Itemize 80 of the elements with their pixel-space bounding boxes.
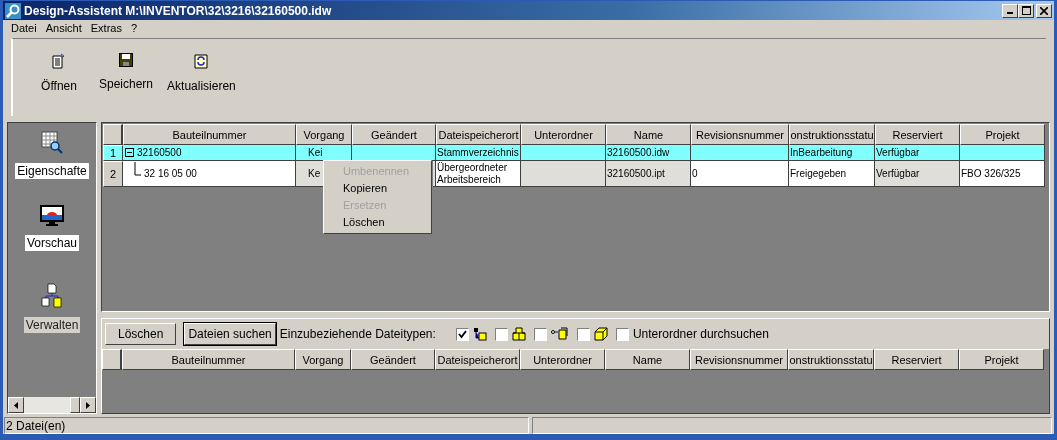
table-cell: Übergeordneter Arbeitsbereich	[436, 161, 521, 187]
checkbox[interactable]	[455, 327, 469, 341]
cube-icon	[593, 327, 608, 341]
cell-text: 32 16 05 00	[144, 167, 197, 180]
menu-item[interactable]: Datei	[11, 22, 37, 34]
column-header[interactable]: Vorgang	[296, 124, 352, 145]
column-header[interactable]: Projekt	[960, 124, 1045, 145]
column-header[interactable]: onstruktionsstatu	[788, 349, 874, 370]
column-header[interactable]: Name	[605, 349, 690, 370]
scroll-thumb[interactable]	[70, 397, 80, 413]
column-header[interactable]: Revisionsnummer	[690, 349, 788, 370]
status-text: 2 Datei(en)	[4, 417, 529, 434]
toolbar-button[interactable]: Aktualisieren	[167, 53, 236, 93]
checkbox-label: Unterordner durchsuchen	[632, 327, 769, 341]
menu-item[interactable]: ?	[130, 22, 138, 34]
column-header[interactable]: Reserviert	[875, 124, 960, 145]
close-icon	[1040, 6, 1048, 15]
column-header[interactable]: Geändert	[351, 349, 435, 370]
column-header[interactable]: Reserviert	[874, 349, 959, 370]
column-header[interactable]: Bauteilnummer	[123, 124, 296, 145]
cell-text: 32160500	[137, 146, 182, 159]
checkbox[interactable]	[533, 327, 547, 341]
checkbox[interactable]	[494, 327, 508, 341]
scrollbar[interactable]	[8, 397, 96, 413]
minimize-button[interactable]	[1002, 3, 1018, 18]
table-cell: InBearbeitung	[789, 145, 875, 161]
magnifier-icon	[5, 2, 21, 19]
table-cell: Verfügbar	[875, 161, 960, 187]
column-header[interactable]: Bauteilnummer	[122, 349, 295, 370]
checkbox[interactable]	[576, 327, 590, 341]
header-corner	[103, 124, 123, 145]
sidebar-item[interactable]: Vorschau	[8, 205, 96, 251]
save-icon	[119, 53, 133, 67]
minimize-icon	[1007, 12, 1013, 14]
column-header[interactable]: Revisionsnummer	[691, 124, 789, 145]
column-header[interactable]: Unterordner	[521, 124, 606, 145]
left-arrow-icon	[14, 401, 18, 409]
maximize-button[interactable]	[1018, 3, 1034, 18]
toolbar-button[interactable]: Öffnen	[33, 53, 85, 93]
menu-item[interactable]: Löschen	[324, 214, 431, 231]
table-cell: Stammverzeichnis	[436, 145, 521, 161]
sidebar-item[interactable]: Verwalten	[8, 283, 96, 333]
close-button[interactable]	[1036, 3, 1052, 18]
file-tree-icon	[41, 283, 63, 309]
window-title: Design-Assistent M:\INVENTOR\32\3216\32160500.idw	[24, 3, 333, 18]
monitor-icon	[40, 205, 64, 227]
column-header[interactable]: onstruktionsstatu	[789, 124, 875, 145]
table-cell: Freigegeben	[789, 161, 875, 187]
column-header[interactable]: Geändert	[352, 124, 436, 145]
toolbar-button[interactable]: Speichern	[99, 53, 154, 91]
table-cell: 32160500.ipt	[606, 161, 691, 187]
row-number: 1	[103, 145, 123, 161]
column-header[interactable]: Projekt	[959, 349, 1044, 370]
column-header[interactable]: Name	[606, 124, 691, 145]
exploded-parts-icon	[550, 327, 569, 341]
menu-item[interactable]: Ansicht	[45, 22, 82, 34]
table-cell: Kei	[296, 145, 352, 161]
column-header[interactable]: Dateispeicherort	[435, 349, 520, 370]
table-cell: Verfügbar	[875, 145, 960, 161]
file-types-label: Einzubeziehende Dateitypen:	[279, 327, 436, 341]
row-number: 2	[103, 161, 123, 187]
table-cell: 0	[691, 161, 789, 187]
sidebar-item[interactable]: Eigenschafte	[8, 131, 96, 179]
table-cell: FBO 326/325	[960, 161, 1045, 187]
column-header[interactable]: Dateispeicherort	[436, 124, 521, 145]
delete-button[interactable]: Löschen	[105, 323, 177, 345]
column-header[interactable]: Unterordner	[520, 349, 605, 370]
refresh-icon	[194, 53, 209, 69]
right-arrow-icon	[86, 401, 90, 409]
assembly-icon	[511, 327, 526, 341]
column-header[interactable]: Vorgang	[295, 349, 351, 370]
table-cell: 32160500.idw	[606, 145, 691, 161]
drawing-icon	[472, 327, 487, 341]
maximize-icon	[1021, 6, 1031, 15]
table-magnifier-icon	[41, 131, 63, 155]
checkbox[interactable]	[615, 327, 629, 341]
search-files-button[interactable]: Dateien suchen	[184, 323, 276, 345]
collapse-icon[interactable]	[125, 148, 134, 157]
menu-item[interactable]: Extras	[90, 22, 122, 34]
document-icon	[52, 53, 66, 69]
